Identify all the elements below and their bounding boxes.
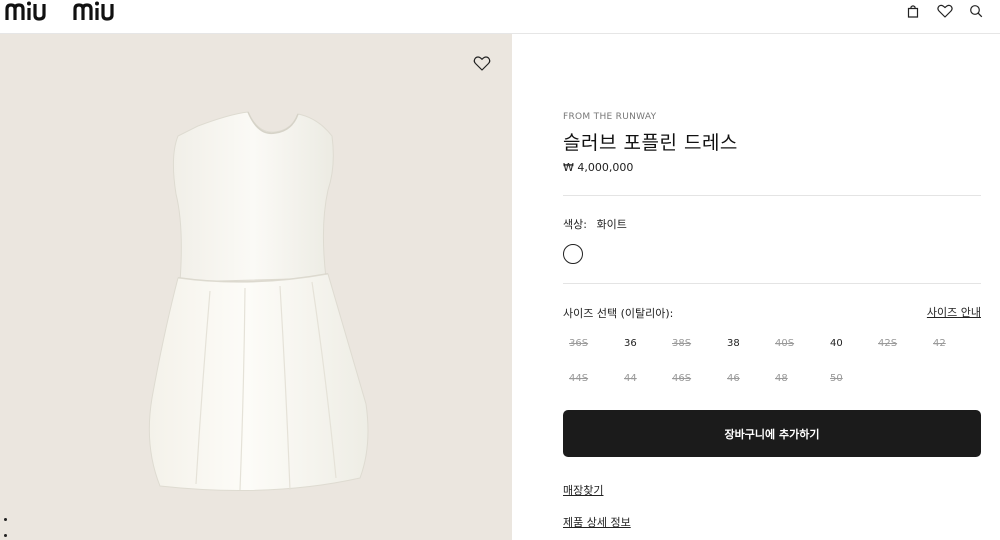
- product-image-gallery[interactable]: [0, 34, 512, 540]
- size-option-42S[interactable]: 42S: [878, 338, 914, 356]
- color-label: 색상:: [563, 218, 587, 231]
- divider: [563, 283, 981, 284]
- color-swatch-white[interactable]: [563, 244, 583, 264]
- size-option-50[interactable]: 50: [830, 373, 866, 391]
- size-option-44[interactable]: 44: [624, 373, 660, 391]
- find-store-link[interactable]: 매장찾기: [563, 482, 603, 498]
- site-header: [0, 0, 1000, 34]
- size-option-46[interactable]: 46: [727, 373, 763, 391]
- size-select-label: 사이즈 선택 (이탈리아):: [563, 307, 674, 320]
- size-guide-link[interactable]: 사이즈 안내: [927, 304, 981, 320]
- heart-icon[interactable]: [936, 3, 954, 19]
- size-option-38S[interactable]: 38S: [672, 338, 708, 356]
- brand-logo[interactable]: [4, 0, 128, 22]
- wishlist-heart-icon[interactable]: [472, 54, 492, 72]
- collection-label: FROM THE RUNWAY: [563, 112, 657, 122]
- color-value: 화이트: [596, 218, 627, 231]
- size-option-48[interactable]: 48: [775, 373, 811, 391]
- size-option-36[interactable]: 36: [624, 338, 660, 356]
- add-to-cart-button[interactable]: 장바구니에 추가하기: [563, 410, 981, 457]
- color-selector-label: 색상: 화이트: [563, 216, 627, 232]
- size-option-44S[interactable]: 44S: [569, 373, 605, 391]
- pager-dot[interactable]: [4, 534, 7, 537]
- bag-icon[interactable]: [905, 3, 921, 19]
- product-info-panel: FROM THE RUNWAY 슬러브 포플린 드레스 ₩ 4,000,000 …: [563, 34, 981, 540]
- size-option-36S[interactable]: 36S: [569, 338, 605, 356]
- product-title: 슬러브 포플린 드레스: [563, 132, 738, 154]
- product-details-link[interactable]: 제품 상세 정보: [563, 514, 631, 530]
- search-icon[interactable]: [968, 3, 984, 19]
- product-price: ₩ 4,000,000: [563, 161, 634, 174]
- size-option-40S[interactable]: 40S: [775, 338, 811, 356]
- size-option-42[interactable]: 42: [933, 338, 969, 356]
- size-option-38[interactable]: 38: [727, 338, 763, 356]
- size-option-46S[interactable]: 46S: [672, 373, 708, 391]
- gallery-pager[interactable]: [4, 518, 7, 540]
- size-option-40[interactable]: 40: [830, 338, 866, 356]
- pager-dot[interactable]: [4, 518, 7, 521]
- divider: [563, 195, 981, 196]
- product-image-dress: [148, 111, 369, 491]
